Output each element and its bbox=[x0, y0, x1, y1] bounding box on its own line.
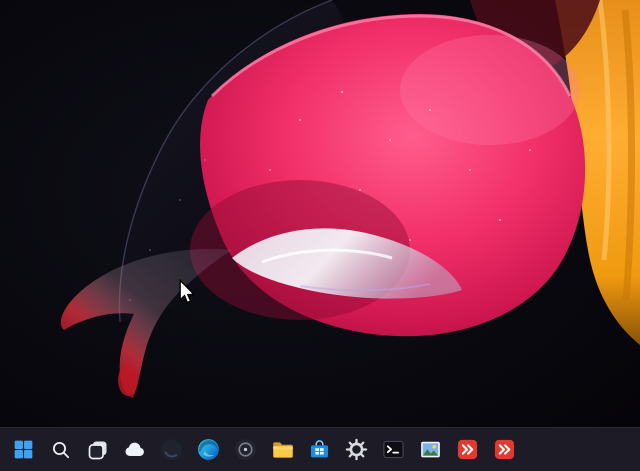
wallpaper-bloom bbox=[0, 0, 640, 427]
edge-swirl-icon bbox=[196, 437, 222, 463]
overlapping-windows-icon bbox=[85, 437, 111, 463]
folder-icon bbox=[270, 437, 296, 463]
terminal-prompt-icon bbox=[381, 437, 407, 463]
taskbar-item-file-explorer[interactable] bbox=[267, 432, 298, 468]
taskbar-item-microsoft-store[interactable] bbox=[304, 432, 335, 468]
taskbar-item-pinned-app-dark-1[interactable] bbox=[156, 432, 187, 468]
dark-ring-icon bbox=[233, 437, 259, 463]
photo-landscape-icon bbox=[418, 437, 444, 463]
taskbar-item-settings[interactable] bbox=[341, 432, 372, 468]
dark-circle-icon bbox=[159, 437, 185, 463]
taskbar-item-pinned-app-dark-2[interactable] bbox=[230, 432, 261, 468]
gear-icon bbox=[344, 437, 370, 463]
taskbar-item-terminal[interactable] bbox=[378, 432, 409, 468]
taskbar bbox=[0, 427, 640, 471]
taskbar-item-task-view[interactable] bbox=[82, 432, 113, 468]
taskbar-item-photos[interactable] bbox=[415, 432, 446, 468]
taskbar-item-start[interactable] bbox=[8, 432, 39, 468]
taskbar-item-edge-browser[interactable] bbox=[193, 432, 224, 468]
taskbar-item-pinned-app-red-2[interactable] bbox=[489, 432, 520, 468]
shopping-bag-icon bbox=[307, 437, 333, 463]
cloud-icon bbox=[122, 437, 148, 463]
taskbar-item-widgets[interactable] bbox=[119, 432, 150, 468]
red-chevrons-icon bbox=[492, 437, 518, 463]
windows-logo-icon bbox=[11, 437, 37, 463]
red-chevrons-icon bbox=[455, 437, 481, 463]
taskbar-item-search[interactable] bbox=[45, 432, 76, 468]
desktop[interactable] bbox=[0, 0, 640, 427]
magnifier-icon bbox=[48, 437, 74, 463]
taskbar-item-pinned-app-red-1[interactable] bbox=[452, 432, 483, 468]
